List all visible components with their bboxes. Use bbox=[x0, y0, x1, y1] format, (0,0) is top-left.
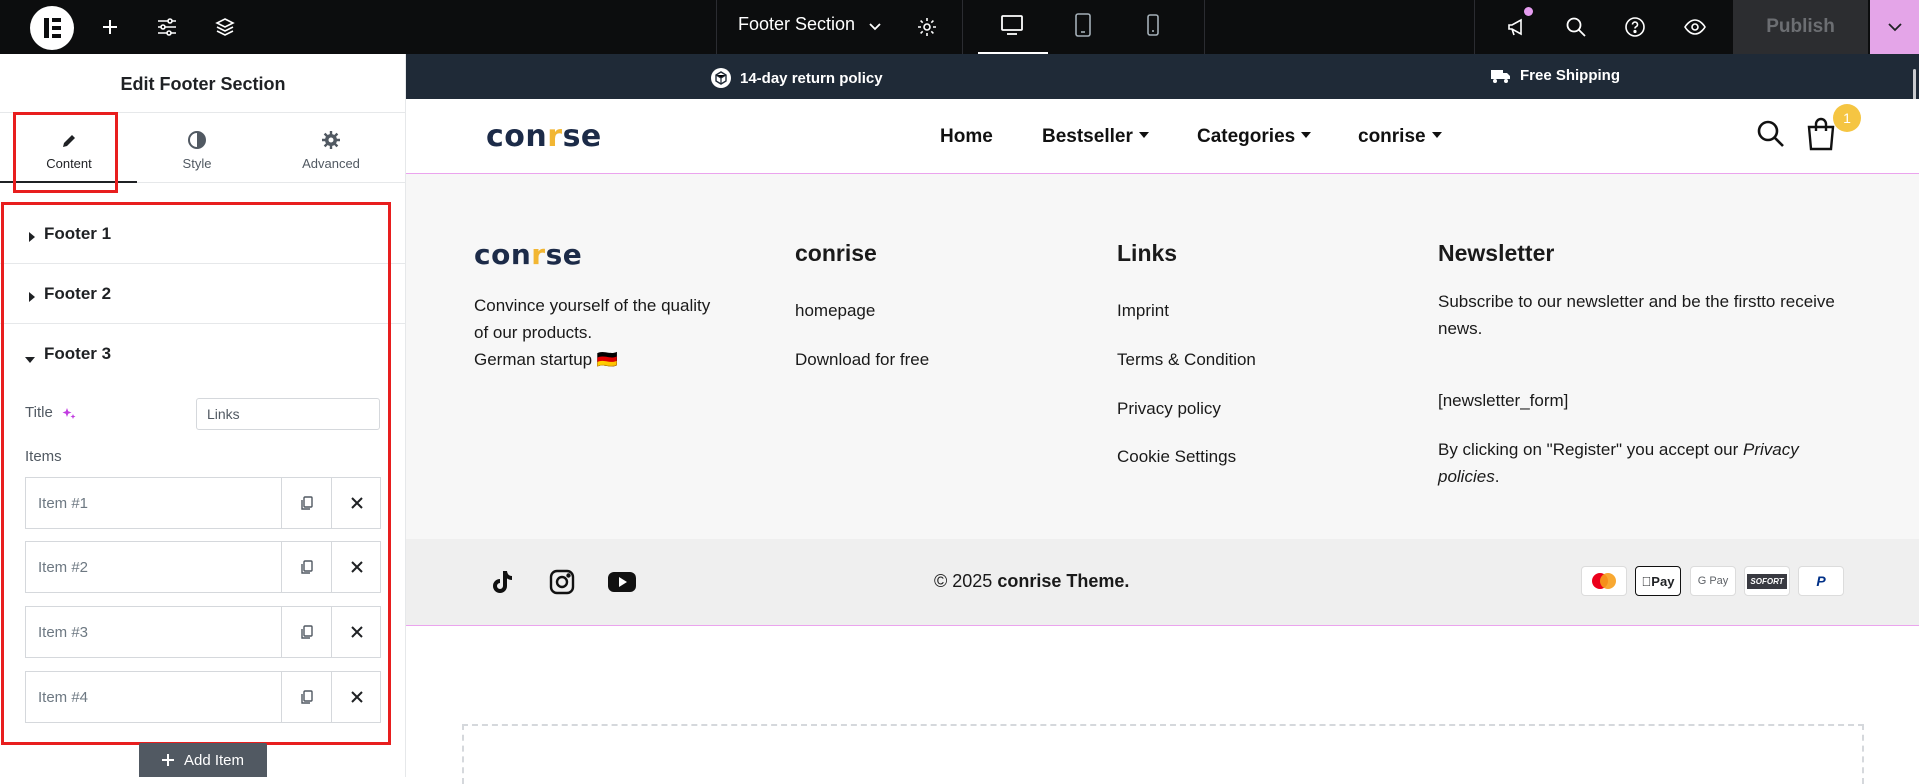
privacy-link[interactable]: Privacy bbox=[1743, 440, 1799, 459]
nav-bestseller[interactable]: Bestseller bbox=[1042, 126, 1149, 148]
nav-categories[interactable]: Categories bbox=[1197, 126, 1312, 148]
footer-col-title: Newsletter bbox=[1438, 240, 1555, 266]
footer-bottom: © 2025 conrise Theme. Pay G Pay SOFORT … bbox=[406, 539, 1919, 626]
document-title[interactable]: Footer Section bbox=[738, 14, 855, 35]
add-item-button[interactable]: Add Item bbox=[139, 743, 267, 777]
highlight-footer-sections bbox=[1, 202, 391, 745]
tab-advanced[interactable]: Advanced bbox=[266, 126, 396, 171]
footer-link[interactable]: homepage bbox=[795, 301, 875, 321]
newsletter-text: Subscribe to our newsletter and be the f… bbox=[1438, 292, 1835, 338]
google-pay-icon: G Pay bbox=[1690, 566, 1736, 596]
germany-flag-icon: 🇩🇪 bbox=[596, 350, 619, 369]
half-circle-icon bbox=[132, 126, 262, 150]
youtube-icon[interactable] bbox=[607, 567, 637, 597]
privacy-link[interactable]: policies bbox=[1438, 467, 1495, 486]
add-item-label: Add Item bbox=[183, 751, 245, 769]
highlight-content-tab bbox=[13, 112, 118, 193]
footer-logo[interactable]: conrse bbox=[474, 238, 582, 271]
announcement-text: Free Shipping bbox=[1520, 67, 1621, 84]
tablet-icon[interactable] bbox=[1068, 10, 1098, 40]
tab-style[interactable]: Style bbox=[132, 126, 262, 171]
footer-main: conrse Convince yourself of the quality … bbox=[406, 174, 1919, 539]
announcement-item: 14-day return policy bbox=[710, 67, 883, 89]
search-icon[interactable] bbox=[1561, 12, 1591, 42]
footer-link[interactable]: Imprint bbox=[1117, 301, 1169, 321]
publish-options-button[interactable] bbox=[1870, 0, 1919, 54]
cart-icon[interactable] bbox=[1805, 117, 1837, 156]
publish-button[interactable]: Publish bbox=[1733, 0, 1868, 54]
cart-count-badge: 1 bbox=[1833, 104, 1861, 132]
gear-icon[interactable] bbox=[912, 12, 942, 42]
plus-icon bbox=[161, 754, 174, 766]
copyright-text: © 2025 conrise Theme. bbox=[934, 571, 1130, 591]
mobile-icon[interactable] bbox=[1138, 10, 1168, 40]
eye-icon[interactable] bbox=[1680, 12, 1710, 42]
caret-down-icon bbox=[1431, 132, 1442, 138]
footer-col-title: Links bbox=[1117, 240, 1178, 266]
search-icon[interactable] bbox=[1756, 119, 1786, 154]
newsletter-form-shortcode: [newsletter_form] bbox=[1438, 391, 1569, 410]
site-preview: 14-day return policy Free Shipping conrs… bbox=[406, 54, 1919, 784]
panel-title: Edit Footer Section bbox=[120, 74, 286, 94]
announcement-bar: 14-day return policy Free Shipping bbox=[406, 54, 1919, 499]
help-icon[interactable] bbox=[1620, 12, 1650, 42]
footer-link[interactable]: Terms & Condition bbox=[1117, 350, 1256, 370]
tab-advanced-label: Advanced bbox=[302, 156, 360, 171]
truck-icon bbox=[1491, 69, 1510, 83]
site-logo[interactable]: conrse bbox=[486, 119, 602, 154]
gear-icon bbox=[266, 126, 396, 150]
elementor-logo[interactable] bbox=[30, 6, 74, 50]
tab-style-label: Style bbox=[182, 156, 212, 171]
tiktok-icon[interactable] bbox=[487, 567, 517, 597]
site-header: conrse Home Bestseller Categories conris… bbox=[406, 99, 1919, 174]
nav-conrise[interactable]: conrise bbox=[1358, 126, 1442, 148]
mastercard-icon bbox=[1581, 566, 1627, 596]
caret-down-icon bbox=[1301, 132, 1312, 138]
megaphone-icon[interactable] bbox=[1502, 12, 1532, 42]
layers-icon[interactable] bbox=[210, 12, 240, 42]
instagram-icon[interactable] bbox=[547, 567, 577, 597]
empty-drop-area[interactable] bbox=[462, 724, 1864, 784]
plus-icon[interactable] bbox=[95, 12, 125, 42]
announcement-text: 14-day return policy bbox=[740, 69, 883, 87]
footer-link[interactable]: Privacy policy bbox=[1117, 399, 1221, 419]
footer-col-title: conrise bbox=[795, 240, 877, 266]
box-icon bbox=[711, 68, 731, 88]
sliders-icon[interactable] bbox=[152, 12, 182, 42]
editor-topbar: Footer Section Publish bbox=[0, 0, 1919, 54]
apple-pay-icon: Pay bbox=[1635, 566, 1681, 596]
desktop-icon[interactable] bbox=[997, 10, 1027, 40]
chevron-down-icon bbox=[1887, 23, 1902, 32]
footer-about-text: Convince yourself of the quality of our … bbox=[474, 296, 711, 369]
chevron-down-icon[interactable] bbox=[867, 14, 883, 43]
caret-down-icon bbox=[1138, 132, 1149, 138]
paypal-icon: P bbox=[1798, 566, 1844, 596]
sofort-icon: SOFORT bbox=[1744, 566, 1790, 596]
nav-home[interactable]: Home bbox=[940, 126, 993, 148]
footer-link[interactable]: Download for free bbox=[795, 350, 929, 370]
announcement-item: Free Shipping bbox=[1490, 67, 1620, 84]
footer-link[interactable]: Cookie Settings bbox=[1117, 447, 1236, 467]
newsletter-consent: By clicking on "Register" you accept our… bbox=[1438, 440, 1799, 486]
notification-dot bbox=[1524, 7, 1533, 16]
